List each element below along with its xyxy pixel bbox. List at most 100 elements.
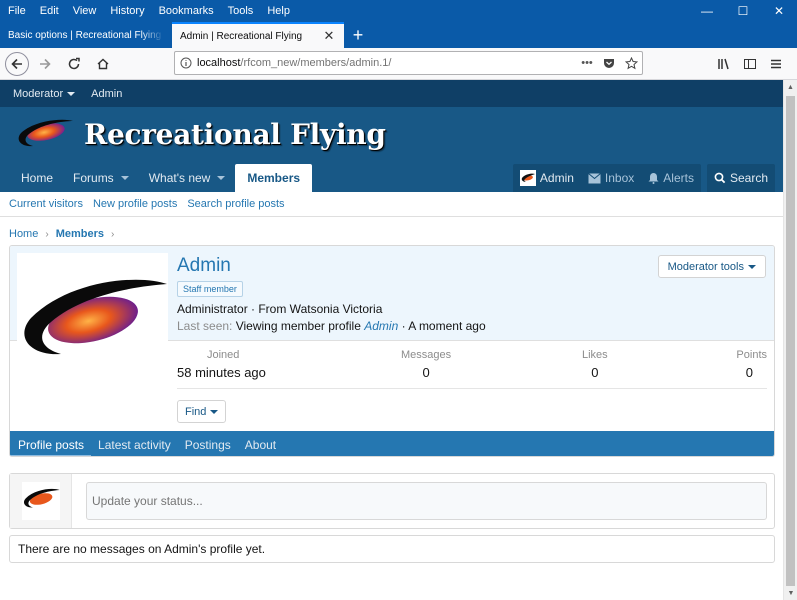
window-controls: — ☐ ✕ — [689, 0, 797, 22]
site-title: Recreational Flying — [84, 117, 386, 151]
info-icon[interactable] — [175, 57, 197, 69]
search-icon — [714, 172, 726, 184]
browser-tab-admin[interactable]: Admin | Recreational Flying ✕ — [172, 22, 344, 48]
last-seen-label: Last seen: — [177, 319, 233, 333]
status-update-box — [9, 473, 775, 529]
stat-points[interactable]: Points 0 — [736, 349, 767, 380]
pocket-icon[interactable] — [598, 57, 620, 69]
profile-name[interactable]: Admin — [177, 255, 231, 277]
search-link[interactable]: Search — [707, 164, 775, 192]
moderator-tools-button[interactable]: Moderator tools — [657, 255, 766, 278]
close-window-icon[interactable]: ✕ — [761, 0, 797, 22]
maximize-icon[interactable]: ☐ — [725, 0, 761, 22]
inbox-link[interactable]: Inbox — [581, 164, 641, 192]
last-seen-activity: Viewing member profile — [235, 319, 361, 333]
chevron-down-icon[interactable] — [217, 176, 226, 180]
search-group: Search — [706, 164, 775, 192]
menu-history[interactable]: History — [103, 0, 151, 22]
status-input[interactable] — [86, 482, 767, 520]
nav-forums[interactable]: Forums — [63, 164, 139, 192]
browser-menubar: File Edit View History Bookmarks Tools H… — [0, 0, 797, 22]
chevron-down-icon — [748, 264, 756, 269]
scroll-down-icon[interactable]: ▼ — [784, 586, 797, 600]
subnav-search-profile-posts[interactable]: Search profile posts — [187, 198, 284, 210]
sidebar-icon[interactable] — [737, 52, 763, 76]
find-button[interactable]: Find — [177, 400, 227, 423]
minimize-icon[interactable]: — — [689, 0, 725, 22]
new-tab-icon[interactable]: + — [344, 22, 372, 48]
admin-link[interactable]: Admin — [83, 88, 130, 100]
tab-title: Basic options | Recreational Flying - — [8, 29, 164, 41]
member-profile-block: Admin Staff member Administrator · From … — [9, 245, 775, 457]
avatar[interactable] — [17, 253, 168, 403]
tab-postings[interactable]: Postings — [178, 431, 238, 456]
last-seen-time: · A moment ago — [401, 319, 486, 333]
scroll-thumb[interactable] — [786, 96, 795, 586]
menu-view[interactable]: View — [66, 0, 104, 22]
close-tab-icon[interactable]: ✕ — [322, 28, 336, 44]
toolbar-right — [711, 52, 789, 76]
browser-tabstrip: Basic options | Recreational Flying - Ad… — [0, 22, 797, 48]
last-seen-link[interactable]: Admin — [364, 319, 398, 333]
page-scrollbar[interactable]: ▲ ▼ — [783, 80, 797, 600]
browser-toolbar: localhost/rfcom_new/members/admin.1/ ••• — [0, 48, 797, 80]
tab-about[interactable]: About — [238, 431, 283, 456]
forward-icon[interactable] — [32, 51, 58, 77]
back-icon[interactable] — [5, 51, 29, 76]
page-actions-icon[interactable]: ••• — [576, 57, 598, 69]
breadcrumb-members[interactable]: Members — [56, 228, 104, 240]
chevron-down-icon[interactable] — [120, 176, 129, 180]
site-logo[interactable]: Recreational Flying — [15, 117, 386, 151]
menu-tools[interactable]: Tools — [221, 0, 261, 22]
stat-value: 58 minutes ago — [177, 365, 266, 380]
scroll-up-icon[interactable]: ▲ — [784, 80, 797, 94]
subnav-new-profile-posts[interactable]: New profile posts — [93, 198, 177, 210]
alerts-link[interactable]: Alerts — [641, 164, 701, 192]
staff-bar: Moderator Admin — [0, 80, 783, 107]
nav-whats-new[interactable]: What's new — [139, 164, 236, 192]
stat-value: 0 — [591, 365, 599, 380]
menu-file[interactable]: File — [0, 0, 33, 22]
menu-bookmarks[interactable]: Bookmarks — [152, 0, 221, 22]
reload-icon[interactable] — [61, 51, 87, 77]
sub-nav: Current visitors New profile posts Searc… — [0, 192, 783, 217]
user-title-location: Administrator · From Watsonia Victoria — [177, 302, 383, 316]
menu-edit[interactable]: Edit — [33, 0, 66, 22]
subnav-current-visitors[interactable]: Current visitors — [9, 198, 83, 210]
chevron-right-icon: › — [110, 228, 115, 240]
tab-latest-activity[interactable]: Latest activity — [91, 431, 178, 456]
chevron-down-icon — [210, 409, 219, 414]
stat-label: Joined — [207, 349, 240, 361]
status-avatar-cell — [10, 474, 72, 528]
menu-help[interactable]: Help — [260, 0, 297, 22]
last-seen: Last seen: Viewing member profile Admin … — [177, 319, 486, 333]
hamburger-menu-icon[interactable] — [763, 52, 789, 76]
nav-home[interactable]: Home — [11, 164, 63, 192]
account-link[interactable]: Admin — [513, 164, 581, 192]
stat-value: 0 — [422, 365, 430, 380]
library-icon[interactable] — [711, 52, 737, 76]
staff-badge: Staff member — [177, 281, 243, 297]
stat-value: 0 — [745, 365, 753, 380]
nav-members[interactable]: Members — [235, 164, 313, 192]
address-bar[interactable]: localhost/rfcom_new/members/admin.1/ ••• — [174, 51, 643, 75]
tab-profile-posts[interactable]: Profile posts — [10, 431, 92, 456]
site-header: Recreational Flying Home Forums What's n… — [0, 107, 783, 192]
browser-tab-basic-options[interactable]: Basic options | Recreational Flying - — [0, 22, 172, 48]
web-page: Moderator Admin Recreational Flying Home… — [0, 80, 783, 600]
stat-messages[interactable]: Messages 0 — [401, 349, 451, 380]
stat-likes: Likes 0 — [582, 349, 608, 380]
breadcrumb-home[interactable]: Home — [9, 228, 38, 240]
bookmark-star-icon[interactable] — [620, 56, 642, 70]
home-icon[interactable] — [90, 51, 116, 77]
stat-label: Likes — [582, 349, 608, 361]
user-nav: Admin Inbox Alerts Search — [507, 164, 775, 192]
chevron-right-icon: › — [45, 228, 49, 240]
avatar[interactable] — [21, 482, 60, 520]
address-text: localhost/rfcom_new/members/admin.1/ — [197, 57, 392, 69]
tab-title: Admin | Recreational Flying — [180, 30, 303, 42]
user-nav-group: Admin Inbox Alerts — [512, 164, 701, 192]
moderator-menu[interactable]: Moderator — [0, 88, 83, 100]
stat-label: Messages — [401, 349, 452, 361]
bell-icon — [648, 173, 659, 184]
